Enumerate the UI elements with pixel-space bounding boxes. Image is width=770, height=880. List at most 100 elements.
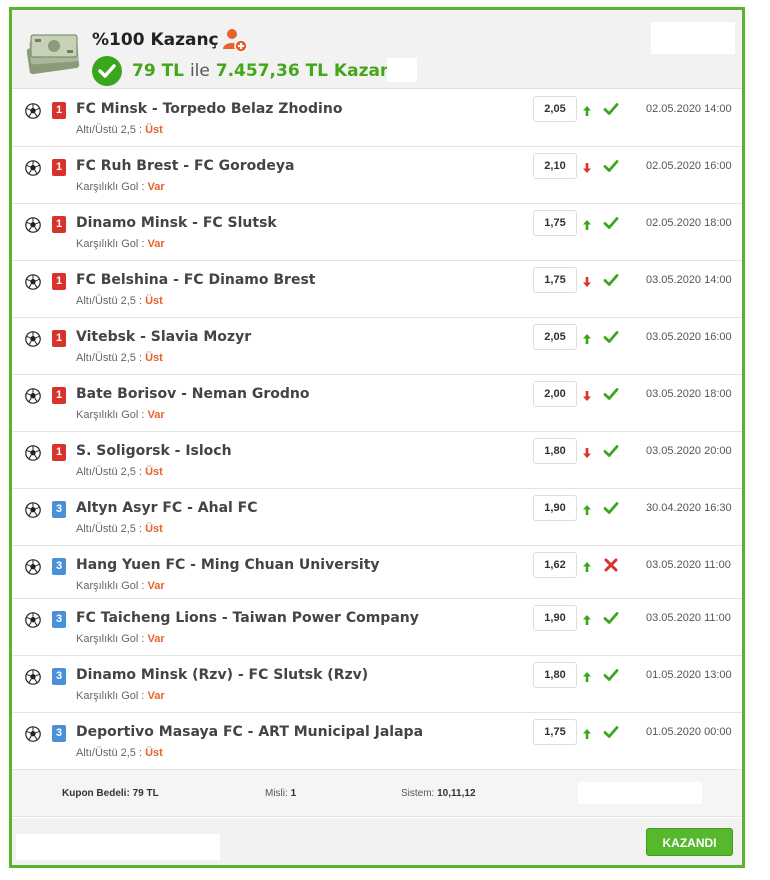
match-date: 30.04.2020 16:30 <box>646 502 732 514</box>
bet-pick: Var <box>147 690 165 702</box>
check-icon <box>603 215 619 231</box>
soccer-ball-icon <box>25 274 41 290</box>
soccer-ball-icon <box>25 445 41 461</box>
soccer-ball-icon <box>25 669 41 685</box>
money-stack-icon <box>26 34 80 75</box>
match-list: 1 FC Minsk - Torpedo Belaz Zhodino Altı/Üs… <box>12 90 742 770</box>
match-row: 3 Deportivo Masaya FC - ART Municipal Jal… <box>12 713 742 770</box>
market-label: Karşılıklı Gol : <box>76 690 148 702</box>
match-row: 3 Hang Yuen FC - Ming Chuan University Kar… <box>12 546 742 599</box>
soccer-ball-icon <box>25 612 41 628</box>
bet-pick: Üst <box>145 295 163 307</box>
bet-type-badge: 3 <box>52 668 66 685</box>
match-date: 03.05.2020 11:00 <box>646 612 731 624</box>
blank-box <box>16 834 220 860</box>
coupon-action-bar: KAZANDI <box>12 818 742 865</box>
match-name[interactable]: Deportivo Masaya FC - ART Municipal Jala… <box>76 724 423 740</box>
bet-type-badge: 1 <box>52 444 66 461</box>
match-name[interactable]: FC Ruh Brest - FC Gorodeya <box>76 158 294 174</box>
bet-market: Altı/Üstü 2,5 : Üst <box>76 352 163 364</box>
odd-box: 1,62 <box>533 552 577 578</box>
bet-type-badge: 1 <box>52 330 66 347</box>
match-name[interactable]: Dinamo Minsk - FC Slutsk <box>76 215 277 231</box>
soccer-ball-icon <box>25 502 41 518</box>
match-date: 03.05.2020 16:00 <box>646 331 732 343</box>
blank-box <box>387 58 417 82</box>
match-name[interactable]: S. Soligorsk - Isloch <box>76 443 232 459</box>
match-name[interactable]: FC Minsk - Torpedo Belaz Zhodino <box>76 101 342 117</box>
odd-box: 1,75 <box>533 267 577 293</box>
bet-pick: Üst <box>145 124 163 136</box>
bet-market: Karşılıklı Gol : Var <box>76 181 165 193</box>
arrow-down-icon <box>583 388 591 401</box>
check-icon <box>603 158 619 174</box>
match-name[interactable]: FC Taicheng Lions - Taiwan Power Company <box>76 610 419 626</box>
odd-box: 1,80 <box>533 662 577 688</box>
arrow-up-icon <box>583 559 591 572</box>
odd-box: 2,10 <box>533 153 577 179</box>
market-label: Altı/Üstü 2,5 : <box>76 747 146 759</box>
match-date: 03.05.2020 18:00 <box>646 388 732 400</box>
odd-box: 1,90 <box>533 495 577 521</box>
arrow-up-icon <box>583 217 591 230</box>
market-label: Altı/Üstü 2,5 : <box>76 352 146 364</box>
cross-icon <box>603 557 619 573</box>
bet-type-badge: 1 <box>52 102 66 119</box>
match-date: 03.05.2020 14:00 <box>646 274 732 286</box>
bet-market: Karşılıklı Gol : Var <box>76 580 165 592</box>
coupon-stake: Kupon Bedeli: 79 TL <box>62 788 159 799</box>
add-user-icon[interactable] <box>222 27 248 53</box>
match-date: 03.05.2020 11:00 <box>646 559 731 571</box>
arrow-down-icon <box>583 274 591 287</box>
bet-pick: Üst <box>145 747 163 759</box>
market-label: Karşılıklı Gol : <box>76 580 148 592</box>
match-name[interactable]: Hang Yuen FC - Ming Chuan University <box>76 557 380 573</box>
check-icon <box>603 667 619 683</box>
bet-pick: Var <box>147 580 165 592</box>
match-date: 02.05.2020 18:00 <box>646 217 732 229</box>
check-icon <box>603 724 619 740</box>
check-icon <box>603 610 619 626</box>
bet-pick: Üst <box>145 352 163 364</box>
match-name[interactable]: Vitebsk - Slavia Mozyr <box>76 329 251 345</box>
coupon-header: %100 Kazanç 79 TL ile 7.457,36 TL Kazand… <box>12 10 742 89</box>
bet-pick: Var <box>147 409 165 421</box>
market-label: Altı/Üstü 2,5 : <box>76 295 146 307</box>
check-icon <box>603 272 619 288</box>
bet-market: Altı/Üstü 2,5 : Üst <box>76 466 163 478</box>
arrow-up-icon <box>583 331 591 344</box>
arrow-up-icon <box>583 669 591 682</box>
match-name[interactable]: Bate Borisov - Neman Grodno <box>76 386 310 402</box>
match-row: 3 Altyn Asyr FC - Ahal FC Altı/Üstü 2,5 : … <box>12 489 742 546</box>
win-check-icon <box>92 56 122 86</box>
match-name[interactable]: FC Belshina - FC Dinamo Brest <box>76 272 315 288</box>
match-row: 1 Vitebsk - Slavia Mozyr Altı/Üstü 2,5 : Ü… <box>12 318 742 375</box>
soccer-ball-icon <box>25 160 41 176</box>
match-row: 1 FC Belshina - FC Dinamo Brest Altı/Üstü … <box>12 261 742 318</box>
check-icon <box>603 443 619 459</box>
arrow-up-icon <box>583 103 591 116</box>
market-label: Karşılıklı Gol : <box>76 409 148 421</box>
bet-pick: Var <box>147 633 165 645</box>
match-name[interactable]: Altyn Asyr FC - Ahal FC <box>76 500 258 516</box>
bet-type-badge: 3 <box>52 611 66 628</box>
bet-type-badge: 1 <box>52 159 66 176</box>
bet-type-badge: 3 <box>52 558 66 575</box>
match-date: 01.05.2020 13:00 <box>646 669 732 681</box>
market-label: Karşılıklı Gol : <box>76 633 148 645</box>
match-name[interactable]: Dinamo Minsk (Rzv) - FC Slutsk (Rzv) <box>76 667 368 683</box>
bet-market: Altı/Üstü 2,5 : Üst <box>76 295 163 307</box>
soccer-ball-icon <box>25 217 41 233</box>
soccer-ball-icon <box>25 103 41 119</box>
check-icon <box>603 500 619 516</box>
status-won-button[interactable]: KAZANDI <box>646 828 733 856</box>
coupon-card: %100 Kazanç 79 TL ile 7.457,36 TL Kazand… <box>9 7 745 868</box>
ile-text: ile <box>189 61 210 81</box>
match-date: 02.05.2020 14:00 <box>646 103 732 115</box>
check-icon <box>603 101 619 117</box>
bet-pick: Var <box>147 238 165 250</box>
winnings-summary: 79 TL ile 7.457,36 TL Kazandı! <box>132 61 418 81</box>
blank-box <box>651 22 735 54</box>
bet-market: Karşılıklı Gol : Var <box>76 409 165 421</box>
odd-box: 2,00 <box>533 381 577 407</box>
